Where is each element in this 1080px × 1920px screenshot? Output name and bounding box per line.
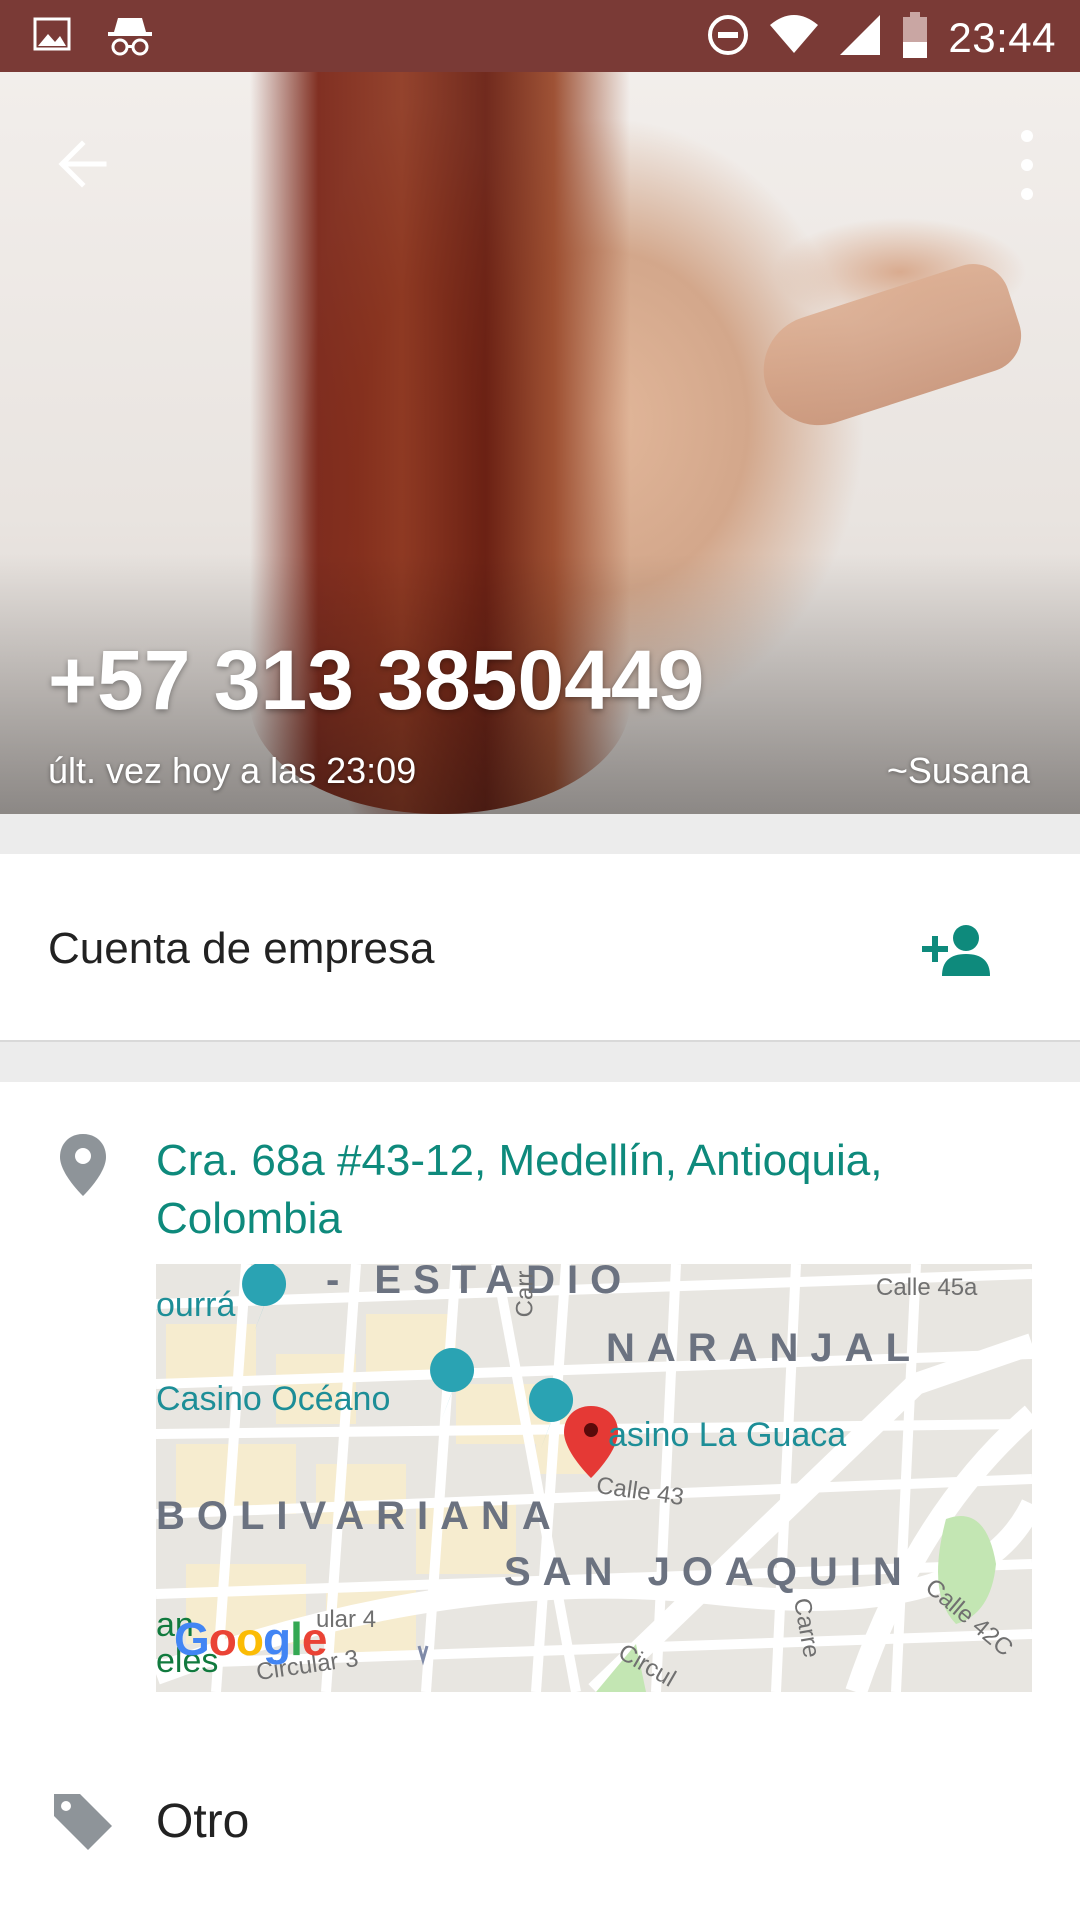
contact-alias: ~Susana [886,750,1030,791]
wifi-icon [768,13,820,62]
location-map[interactable]: - ESTADIO NARANJAL BOLIVARIANA SAN JOAQU… [156,1264,1032,1692]
add-contact-button[interactable] [922,922,996,978]
map-poi-label: ourrá [156,1286,236,1324]
profile-photo-header[interactable]: +57 313 3850449 últ. vez hoy a las 23:09… [0,72,1080,814]
map-label: NARANJAL [606,1326,922,1370]
map-poi-label: asino La Guaca [608,1416,847,1454]
map-poi-label: Casino Océano [156,1380,391,1418]
map-label: SAN JOAQUIN [504,1550,914,1594]
add-person-icon [922,925,990,976]
clock: 23:44 [948,13,1056,61]
map-label: BOLIVARIANA [156,1494,563,1538]
map-label: - ESTADIO [326,1264,634,1302]
back-button[interactable] [52,134,112,194]
map-street-label: Carr [511,1270,539,1318]
do-not-disturb-icon [706,13,750,62]
business-account-label: Cuenta de empresa [48,924,435,973]
map-street-label: Calle 45a [876,1274,978,1301]
signal-icon [838,13,882,62]
photo-detail [749,254,1031,440]
business-account-card: Cuenta de empresa [0,854,1080,1042]
incognito-icon [106,14,154,63]
last-seen-text: últ. vez hoy a las 23:09 [48,750,417,791]
location-pin-icon [58,1132,108,1198]
overflow-menu-button[interactable] [1012,130,1042,200]
business-address-link[interactable]: Cra. 68a #43-12, Medellín, Antioquia, Co… [156,1132,1026,1248]
more-vert-icon [1021,130,1033,142]
status-bar: 23:44 [0,0,1080,72]
business-info-card: Cra. 68a #43-12, Medellín, Antioquia, Co… [0,1082,1080,1920]
label-tag-icon [50,1788,116,1854]
business-category: Otro [156,1795,250,1848]
battery-icon [900,10,930,65]
gallery-icon [32,14,72,63]
back-arrow-icon [58,140,107,188]
contact-phone-number: +57 313 3850449 [48,633,705,727]
google-logo: Google [174,1613,327,1665]
